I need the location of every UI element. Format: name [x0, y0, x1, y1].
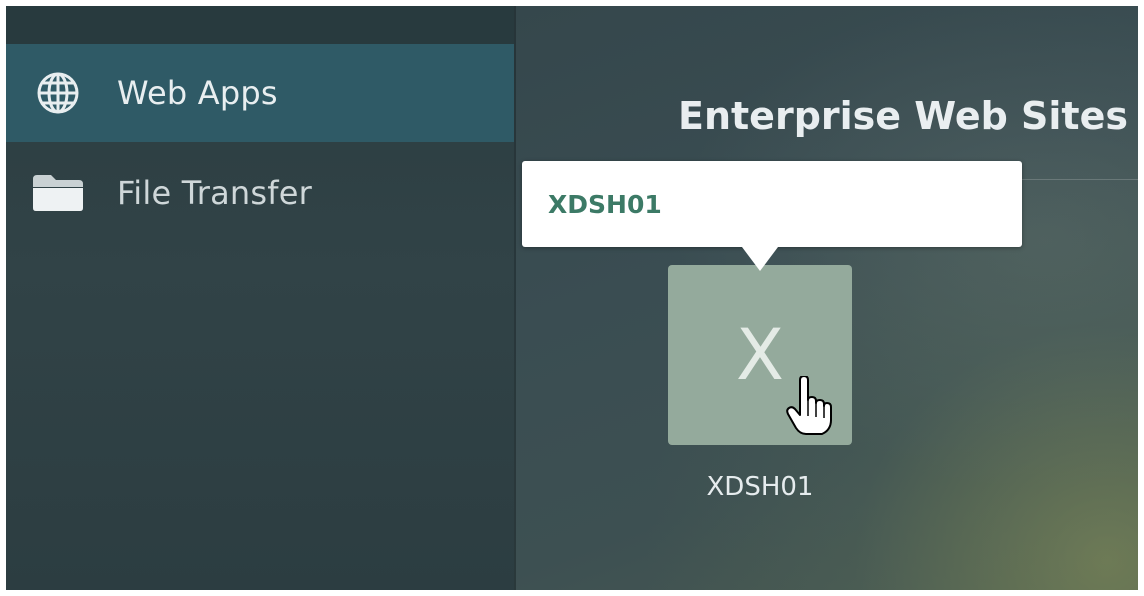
sidebar: Web Apps File Transfer — [6, 6, 514, 590]
main-content: Enterprise Web Sites X XDSH01 XDSH01 — [514, 6, 1138, 590]
sidebar-item-label: File Transfer — [117, 174, 312, 212]
page-title: Enterprise Web Sites — [678, 94, 1128, 138]
tooltip-text: XDSH01 — [548, 190, 662, 219]
tooltip-arrow — [742, 247, 778, 271]
folder-icon — [30, 165, 86, 221]
app-tooltip: XDSH01 — [522, 161, 1022, 271]
hand-cursor-icon — [786, 375, 832, 436]
app-window: Web Apps File Transfer Enterprise Web Si… — [6, 6, 1138, 590]
globe-icon — [30, 65, 86, 121]
app-name-label[interactable]: XDSH01 — [668, 472, 852, 502]
sidebar-header — [6, 6, 514, 44]
sidebar-item-label: Web Apps — [117, 74, 278, 112]
sidebar-item-file-transfer[interactable]: File Transfer — [6, 144, 514, 242]
sidebar-divider — [514, 6, 516, 590]
sidebar-item-web-apps[interactable]: Web Apps — [6, 44, 514, 142]
